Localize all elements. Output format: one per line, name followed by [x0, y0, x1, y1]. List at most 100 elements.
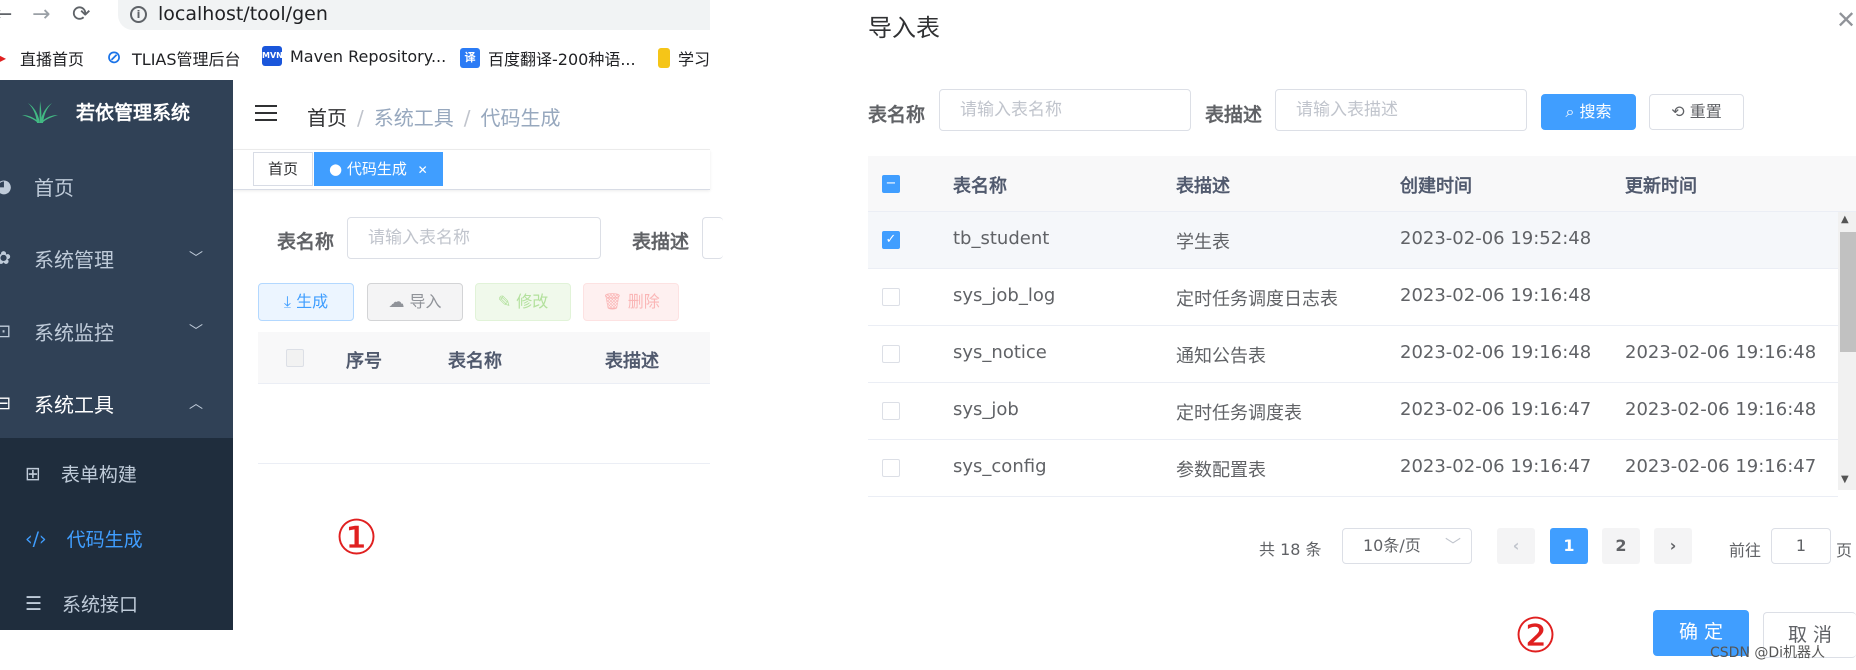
- table-name-label: 表名称: [277, 231, 335, 253]
- chevron-down-icon: ﹀: [189, 251, 203, 267]
- goto-label: 前往: [1729, 541, 1762, 560]
- bookmark-item[interactable]: 学习: [658, 46, 710, 70]
- bookmark-item[interactable]: ▸ 直播首页: [0, 46, 84, 70]
- hamburger-icon[interactable]: [255, 105, 277, 123]
- close-icon[interactable]: ✕: [418, 163, 428, 177]
- url-text[interactable]: localhost/tool/gen: [158, 3, 328, 25]
- row-checkbox[interactable]: [882, 459, 900, 477]
- toolbox-icon: ⊟: [0, 392, 12, 414]
- info-icon[interactable]: i: [130, 6, 147, 23]
- cell-desc: 通知公告表: [1176, 346, 1266, 367]
- delete-button[interactable]: 🗑 删除: [583, 283, 679, 321]
- watermark: CSDN @Di机器人: [1710, 645, 1826, 661]
- cell-desc: 参数配置表: [1176, 460, 1266, 481]
- scroll-down-icon[interactable]: ▼: [1841, 474, 1849, 485]
- sidebar-item-tools[interactable]: ⊟ 系统工具 ︿: [0, 367, 233, 439]
- folder-icon: [658, 48, 670, 68]
- select-all-checkbox[interactable]: −: [882, 175, 900, 193]
- forward-icon[interactable]: →: [32, 2, 50, 27]
- table-desc-input[interactable]: [702, 217, 723, 259]
- tag-home[interactable]: 首页: [253, 152, 314, 186]
- cell-created: 2023-02-06 19:16:48: [1400, 285, 1592, 306]
- bookmark-item[interactable]: 译 百度翻译-200种语...: [460, 46, 636, 70]
- row-checkbox[interactable]: ✓: [882, 231, 900, 249]
- generate-button[interactable]: ⤓ 生成: [258, 283, 354, 321]
- import-button[interactable]: ☁ 导入: [367, 283, 463, 321]
- goto-suffix: 页: [1836, 541, 1853, 560]
- prev-page-button[interactable]: ‹: [1497, 528, 1535, 564]
- dialog-desc-input[interactable]: 请输入表描述: [1275, 89, 1527, 131]
- brand[interactable]: 若依管理系统: [20, 98, 190, 125]
- step-marker-1: ①: [335, 510, 379, 566]
- select-all-checkbox[interactable]: [286, 349, 304, 367]
- bookmark-item[interactable]: MVN Maven Repository...: [262, 46, 446, 66]
- dialog-table-header: [868, 156, 1856, 212]
- table-divider: [258, 463, 710, 464]
- sidebar-item-form-builder[interactable]: ⊞ 表单构建: [25, 460, 137, 487]
- cell-desc: 定时任务调度日志表: [1176, 289, 1338, 310]
- column-header: 表名称: [448, 351, 502, 372]
- cell-created: 2023-02-06 19:16:48: [1400, 342, 1592, 363]
- bookmark-item[interactable]: ⊘ TLIAS管理后台: [104, 46, 241, 70]
- cell-desc: 学生表: [1176, 232, 1230, 253]
- scroll-up-icon[interactable]: ▲: [1841, 214, 1849, 225]
- column-header: 表名称: [953, 176, 1007, 197]
- column-header: 表描述: [1176, 176, 1230, 197]
- sliders-icon: ☰: [25, 592, 43, 615]
- column-header: 创建时间: [1400, 176, 1472, 197]
- bookmark-icon: ▸: [0, 48, 12, 68]
- scrollbar-thumb[interactable]: [1840, 232, 1856, 352]
- row-checkbox[interactable]: [882, 402, 900, 420]
- step-marker-2: ②: [1514, 608, 1558, 664]
- table-desc-label: 表描述: [632, 231, 690, 253]
- monitor-icon: ⊡: [0, 320, 12, 342]
- dialog-name-input[interactable]: 请输入表名称: [939, 89, 1191, 131]
- cell-updated: 2023-02-06 19:16:47: [1625, 456, 1817, 477]
- sidebar-item-monitor[interactable]: ⊡ 系统监控 ﹀: [0, 295, 233, 367]
- goto-page-input[interactable]: 1: [1771, 528, 1831, 564]
- page-1-button[interactable]: 1: [1550, 528, 1588, 564]
- table-name-input[interactable]: 请输入表名称: [347, 217, 601, 259]
- dialog-desc-label: 表描述: [1205, 104, 1263, 126]
- cell-created: 2023-02-06 19:16:47: [1400, 399, 1592, 420]
- tag-codegen[interactable]: ● 代码生成 ✕: [314, 152, 443, 186]
- sidebar-item-home[interactable]: ◕ 首页: [0, 150, 233, 222]
- dashboard-icon: ◕: [0, 175, 12, 197]
- cell-updated: 2023-02-06 19:16:48: [1625, 399, 1817, 420]
- page-2-button[interactable]: 2: [1602, 528, 1640, 564]
- column-header: 表描述: [605, 351, 659, 372]
- cell-created: 2023-02-06 19:52:48: [1400, 228, 1592, 249]
- chevron-up-icon: ︿: [189, 396, 203, 412]
- row-checkbox[interactable]: [882, 345, 900, 363]
- reload-icon[interactable]: ⟳: [72, 2, 90, 27]
- column-header: 更新时间: [1625, 176, 1697, 197]
- cell-updated: 2023-02-06 19:16:48: [1625, 342, 1817, 363]
- logo-icon: [22, 100, 58, 123]
- next-page-button[interactable]: ›: [1654, 528, 1692, 564]
- refresh-icon: ⟲: [1671, 102, 1685, 121]
- column-header: 序号: [346, 351, 382, 372]
- sidebar-item-swagger[interactable]: ☰ 系统接口: [25, 590, 138, 617]
- cell-name: sys_notice: [953, 342, 1047, 363]
- cell-name: sys_job: [953, 399, 1019, 420]
- grid-icon: ⊞: [25, 462, 41, 485]
- chevron-down-icon: ﹀: [189, 324, 203, 340]
- search-button[interactable]: ⌕ 搜索: [1541, 94, 1636, 130]
- chevron-down-icon: ﹀: [1444, 536, 1461, 555]
- total-count: 共 18 条: [1259, 540, 1322, 559]
- back-icon[interactable]: ←: [0, 2, 12, 27]
- page-size-select[interactable]: 10条/页 ﹀: [1342, 528, 1472, 564]
- sidebar-item-system[interactable]: ✿ 系统管理 ﹀: [0, 222, 233, 294]
- reset-button[interactable]: ⟲ 重置: [1649, 94, 1744, 130]
- maven-icon: MVN: [262, 46, 283, 66]
- search-icon: ⌕: [1565, 102, 1575, 121]
- close-icon[interactable]: ✕: [1836, 6, 1856, 34]
- translate-icon: 译: [460, 48, 480, 68]
- sidebar-item-codegen[interactable]: ‹/› 代码生成: [25, 525, 143, 552]
- edit-button[interactable]: ✎ 修改: [475, 283, 571, 321]
- cell-name: tb_student: [953, 228, 1050, 249]
- cell-created: 2023-02-06 19:16:47: [1400, 456, 1592, 477]
- row-checkbox[interactable]: [882, 288, 900, 306]
- code-icon: ‹/›: [25, 527, 47, 550]
- cell-name: sys_config: [953, 456, 1047, 477]
